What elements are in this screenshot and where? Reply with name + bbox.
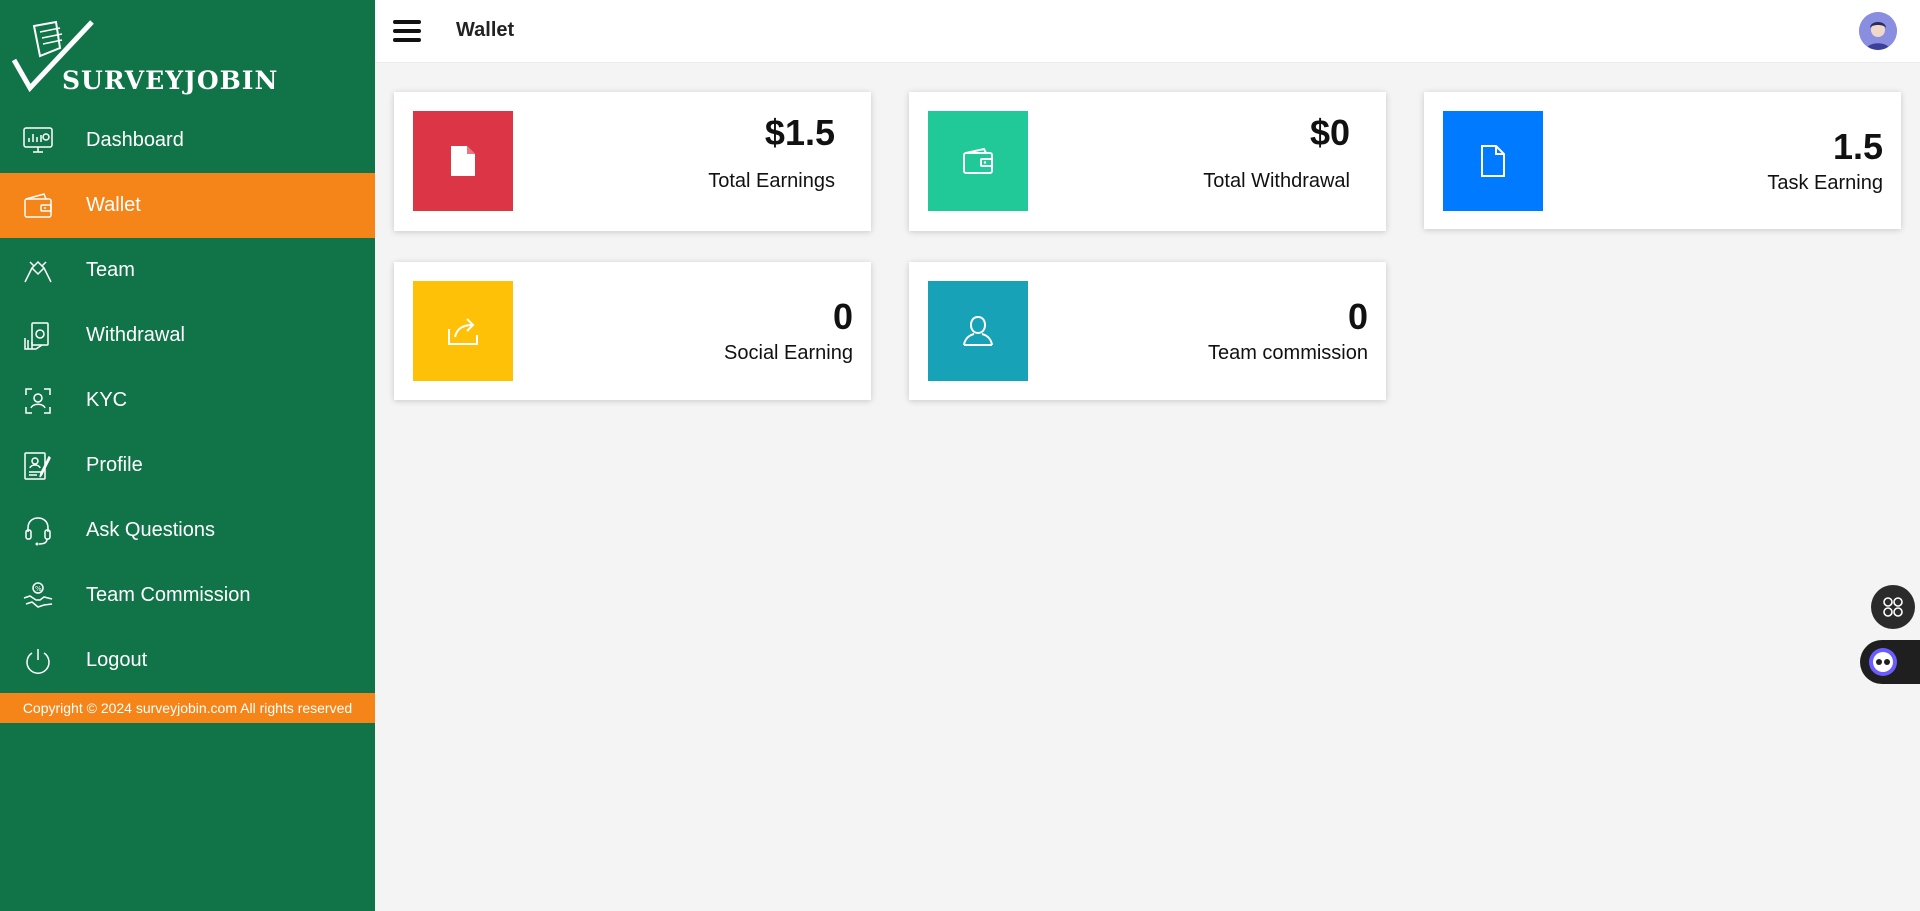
sidebar-item-team-commission[interactable]: % Team Commission xyxy=(0,563,375,628)
sidebar-item-label: Team Commission xyxy=(86,584,251,606)
kyc-icon xyxy=(22,385,54,417)
card-value: 0 xyxy=(1347,296,1368,337)
sidebar-item-label: Logout xyxy=(86,649,148,671)
team-icon xyxy=(22,255,54,287)
total-withdrawal-card: $0 Total Withdrawal xyxy=(909,92,1386,231)
card-value: 1.5 xyxy=(1832,126,1883,167)
headset-icon xyxy=(22,515,54,547)
wallet-icon xyxy=(22,190,54,222)
document-icon xyxy=(413,111,513,211)
card-label: Social Earning xyxy=(724,342,853,364)
card-label: Total Withdrawal xyxy=(1203,170,1350,192)
sidebar-item-kyc[interactable]: KYC xyxy=(0,368,375,433)
sidebar-item-withdrawal[interactable]: Withdrawal xyxy=(0,303,375,368)
sidebar-item-label: Wallet xyxy=(86,194,141,216)
card-label: Team commission xyxy=(1207,342,1368,364)
svg-text:%: % xyxy=(35,585,42,593)
wallet-icon xyxy=(928,111,1028,211)
profile-icon xyxy=(22,450,54,482)
commission-icon: % xyxy=(22,580,54,612)
sidebar-item-dashboard[interactable]: Dashboard xyxy=(0,108,375,173)
sidebar-item-wallet[interactable]: Wallet xyxy=(0,173,375,238)
sidebar-item-label: Dashboard xyxy=(86,129,184,151)
avatar[interactable] xyxy=(1859,12,1897,50)
share-icon xyxy=(413,281,513,381)
brand-name: SURVEYJOBIN xyxy=(62,66,279,95)
sidebar-item-logout[interactable]: Logout xyxy=(0,628,375,693)
sidebar-item-label: KYC xyxy=(86,389,128,411)
sidebar: SURVEYJOBIN Dashboard Wallet Team Withdr… xyxy=(0,0,375,911)
card-value: 0 xyxy=(832,296,853,337)
social-earning-card: 0 Social Earning xyxy=(394,262,871,400)
card-value: $0 xyxy=(1309,112,1350,153)
task-earning-card: 1.5 Task Earning xyxy=(1424,92,1901,229)
sidebar-item-label: Team xyxy=(86,259,135,281)
sidebar-item-label: Profile xyxy=(86,454,143,476)
apps-widget-button[interactable] xyxy=(1871,585,1915,629)
user-icon xyxy=(928,281,1028,381)
brand-logo[interactable]: SURVEYJOBIN xyxy=(11,18,277,96)
menu-toggle-icon[interactable] xyxy=(393,20,421,44)
user-avatar-icon xyxy=(1859,12,1897,50)
chatbot-icon xyxy=(1869,648,1897,676)
sidebar-nav: Dashboard Wallet Team Withdrawal KYC Pro… xyxy=(0,108,375,693)
power-icon xyxy=(22,645,54,677)
sidebar-item-profile[interactable]: Profile xyxy=(0,433,375,498)
apps-grid-icon xyxy=(1883,597,1903,617)
copyright-footer: Copyright © 2024 surveyjobin.com All rig… xyxy=(0,693,375,723)
chatbot-widget-button[interactable] xyxy=(1860,640,1920,684)
withdrawal-icon xyxy=(22,320,54,352)
sidebar-item-team[interactable]: Team xyxy=(0,238,375,303)
sidebar-item-label: Withdrawal xyxy=(86,324,185,346)
top-header: Wallet xyxy=(375,0,1920,63)
card-value: $1.5 xyxy=(764,112,835,153)
card-label: Total Earnings xyxy=(708,170,835,192)
total-earnings-card: $1.5 Total Earnings xyxy=(394,92,871,231)
dashboard-icon xyxy=(22,125,54,157)
sidebar-item-label: Ask Questions xyxy=(86,519,215,541)
sidebar-item-ask-questions[interactable]: Ask Questions xyxy=(0,498,375,563)
page-title: Wallet xyxy=(456,19,515,41)
card-label: Task Earning xyxy=(1767,172,1883,194)
team-commission-card: 0 Team commission xyxy=(909,262,1386,400)
file-icon xyxy=(1443,111,1543,211)
